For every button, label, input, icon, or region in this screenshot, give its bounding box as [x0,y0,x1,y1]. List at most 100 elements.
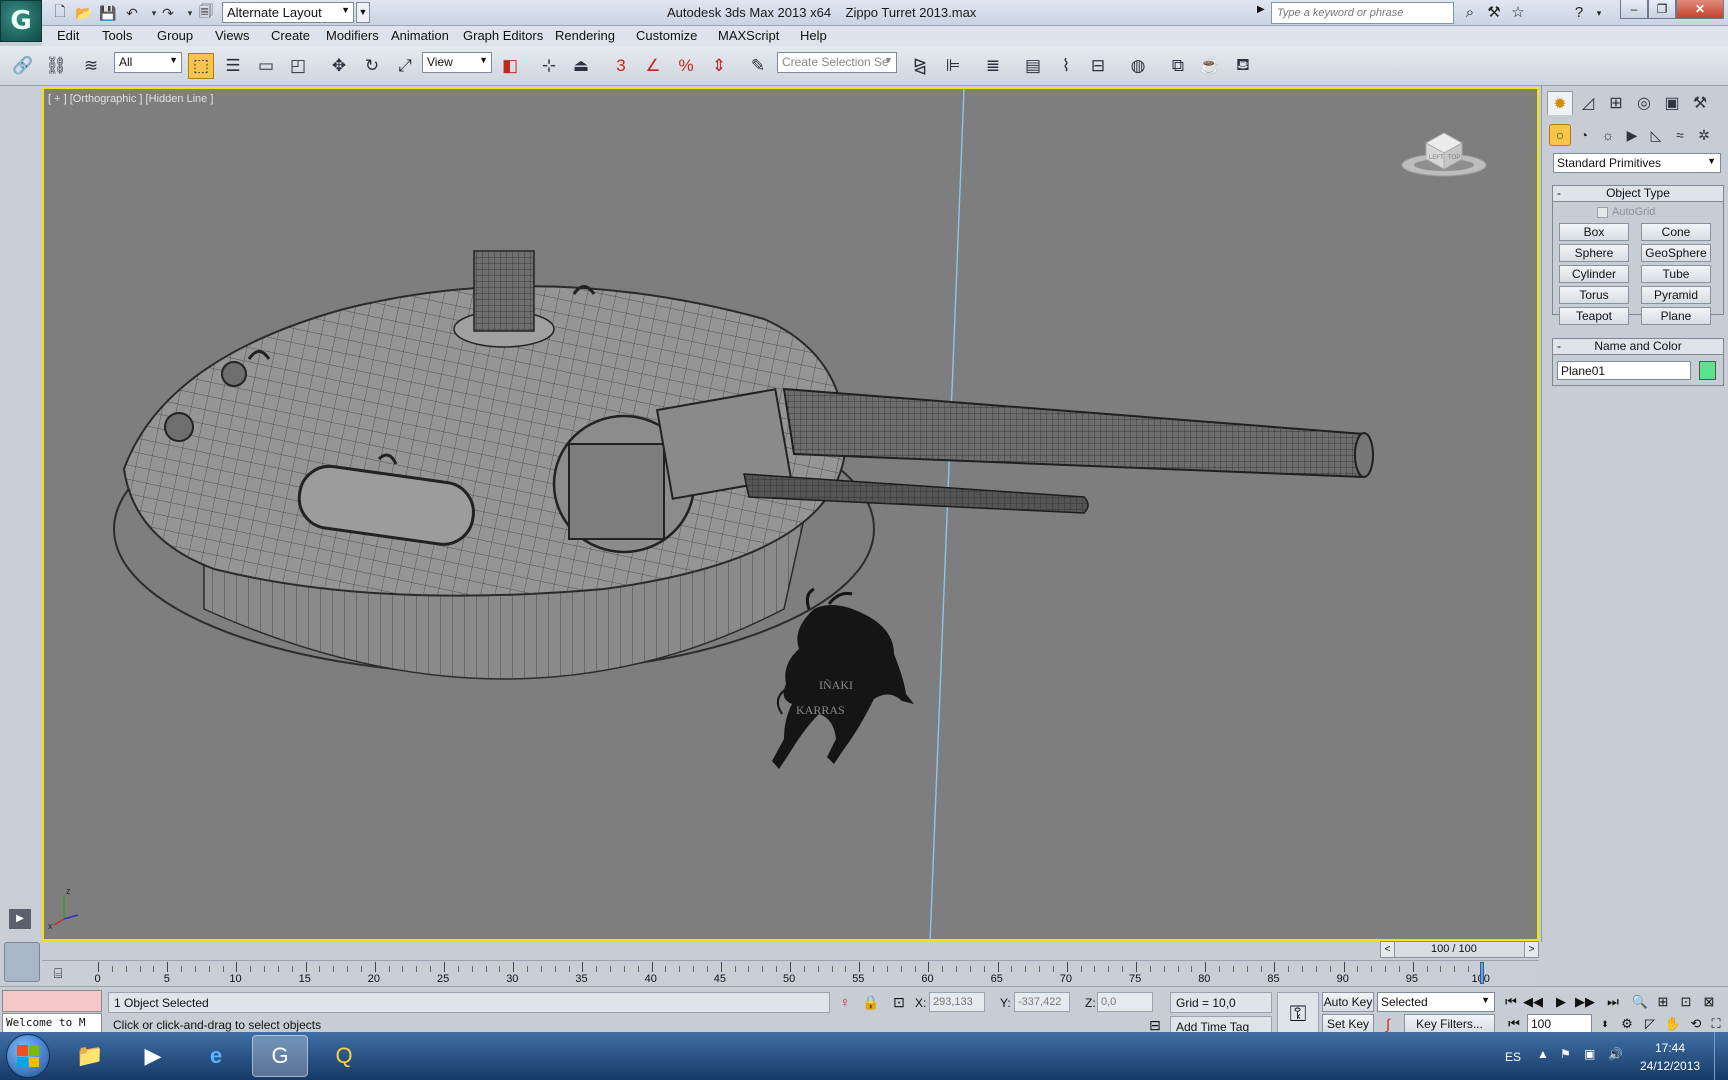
object-type-rollout-header[interactable]: - Object Type [1553,186,1723,202]
workspace-layout-select[interactable]: Alternate Layout ▼ [222,2,354,23]
volume-icon[interactable]: 🔊 [1608,1047,1623,1061]
name-and-color-rollout-header[interactable]: - Name and Color [1553,339,1723,355]
redo-icon[interactable]: ↷ [158,3,178,23]
help-icon[interactable]: ? [1568,3,1590,23]
selection-filter-select[interactable]: All ▼ [114,52,182,73]
subscription-icon[interactable]: ⚒ [1483,3,1505,23]
percent-snap-icon[interactable]: % [673,53,699,79]
language-indicator[interactable]: ES [1505,1050,1521,1064]
internet-explorer-taskbar-icon[interactable]: e [188,1035,244,1077]
open-file-icon[interactable]: 📂 [74,3,94,23]
reference-coordinate-select[interactable]: View ▼ [422,52,492,73]
clock-time[interactable]: 17:44 [1655,1041,1685,1055]
go-to-start-icon[interactable]: ⏮ [1500,992,1522,1012]
close-button[interactable]: ✕ [1676,0,1724,19]
set-key-big-icon[interactable]: ⚿ [1277,992,1319,1036]
space-warps-icon[interactable]: ≈ [1669,124,1691,146]
create-tab-icon[interactable]: ✹ [1547,91,1573,115]
modify-tab-icon[interactable]: ◿ [1575,91,1601,115]
lights-icon[interactable]: ☼ [1597,124,1619,146]
menu-tools[interactable]: Tools [102,28,132,43]
search-expand-icon[interactable]: ▶ [1257,4,1265,15]
mirror-icon[interactable]: ⧎ [907,53,933,79]
select-and-manipulate-icon[interactable]: ⊹ [536,53,562,79]
select-object-icon[interactable]: ⬚ [188,53,214,79]
render-setup-icon[interactable]: ⧉ [1165,53,1191,79]
undo-icon[interactable]: ↶ [122,3,142,23]
display-tab-icon[interactable]: ▣ [1659,91,1685,115]
snaps-toggle-icon[interactable]: 3 [608,53,634,79]
rendered-frame-window-icon[interactable]: ☕ [1197,53,1223,79]
explorer-taskbar-icon[interactable]: 📁 [62,1035,118,1077]
cylinder-button[interactable]: Cylinder [1559,265,1629,283]
minimize-button[interactable]: – [1620,0,1648,19]
geometry-icon[interactable]: ○ [1549,124,1571,146]
save-icon[interactable]: 💾 [98,3,118,23]
menu-modifiers[interactable]: Modifiers [326,28,379,43]
maximize-viewport-icon[interactable]: ⛶ [1706,1014,1726,1034]
named-selection-set-select[interactable]: Create Selection Se ▼ [777,52,897,73]
menu-rendering[interactable]: Rendering [555,28,615,43]
auto-key-button[interactable]: Auto Key [1322,992,1374,1012]
favorites-star-icon[interactable]: ☆ [1507,3,1529,23]
angle-snap-icon[interactable]: ∠ [640,53,666,79]
z-coordinate-field[interactable]: 0,0 [1097,992,1153,1012]
pivot-point-center-icon[interactable]: ◧ [497,53,523,79]
tube-button[interactable]: Tube [1641,265,1711,283]
menu-edit[interactable]: Edit [57,28,79,43]
mini-curve-editor-icon[interactable]: ⌸ [54,965,62,982]
render-production-icon[interactable]: ⛾ [1230,53,1256,79]
select-by-name-icon[interactable]: ☰ [220,53,246,79]
helpers-icon[interactable]: ◺ [1645,124,1667,146]
clock-date[interactable]: 24/12/2013 [1640,1059,1700,1073]
zoom-icon[interactable]: 🔍 [1630,992,1650,1012]
3dsmax-taskbar-icon[interactable]: G [252,1035,308,1077]
quicktime-taskbar-icon[interactable]: Q [316,1035,372,1077]
project-folder-icon[interactable]: 🗐 [196,3,216,23]
menu-animation[interactable]: Animation [391,28,449,43]
keyboard-shortcut-override-icon[interactable]: ⏏ [568,53,594,79]
time-configuration-icon[interactable]: ⚙ [1617,1014,1637,1034]
viewport-layout-toggle-icon[interactable]: ▶ [9,909,31,929]
window-crossing-icon[interactable]: ◰ [285,53,311,79]
select-and-rotate-icon[interactable]: ↻ [359,53,385,79]
current-frame-field[interactable]: 100 [1527,1014,1592,1034]
binoculars-icon[interactable]: ⌕ [1459,3,1481,23]
search-input[interactable]: Type a keyword or phrase [1271,2,1454,24]
material-editor-icon[interactable]: ◍ [1125,53,1151,79]
next-key-icon[interactable]: ▶▶ [1574,992,1596,1012]
teapot-button[interactable]: Teapot [1559,307,1629,325]
menu-group[interactable]: Group [157,28,193,43]
viewport-orthographic[interactable]: [ + ] [Orthographic ] [Hidden Line ] LEF… [42,87,1539,941]
geosphere-button[interactable]: GeoSphere [1641,244,1711,262]
quick-access-customize-button[interactable]: ▼ [356,2,370,23]
zoom-extents-icon[interactable]: ⊡ [1676,992,1696,1012]
maximize-button[interactable]: ❐ [1648,0,1676,19]
app-menu-button[interactable]: G [0,0,42,42]
object-name-field[interactable]: Plane01 [1557,361,1691,380]
align-icon[interactable]: ⊫ [940,53,966,79]
autogrid-checkbox[interactable]: AutoGrid [1597,206,1655,218]
absolute-transform-icon[interactable]: ⊡ [890,993,908,1011]
previous-key-icon[interactable]: ◀◀ [1522,992,1544,1012]
curve-editor-icon[interactable]: ⌇ [1053,53,1079,79]
show-desktop-button[interactable] [1714,1032,1728,1080]
systems-icon[interactable]: ✲ [1693,124,1715,146]
bind-space-warp-icon[interactable]: ≋ [78,53,104,79]
zoom-extents-all-icon[interactable]: ⊠ [1699,992,1719,1012]
spinner-snap-icon[interactable]: ⇕ [706,53,732,79]
start-button[interactable] [6,1034,50,1078]
select-and-move-icon[interactable]: ✥ [326,53,352,79]
time-slider[interactable]: < 100 / 100 > [1380,941,1539,958]
key-filters-button[interactable]: Key Filters... [1404,1014,1495,1034]
torus-button[interactable]: Torus [1559,286,1629,304]
sphere-button[interactable]: Sphere [1559,244,1629,262]
action-center-flag-icon[interactable]: ⚑ [1560,1047,1571,1061]
new-file-icon[interactable]: 🗋 [50,3,70,23]
edit-named-selection-icon[interactable]: ✎ [745,53,771,79]
shapes-icon[interactable]: ◔ [1573,124,1595,146]
menu-help[interactable]: Help [800,28,827,43]
y-coordinate-field[interactable]: -337,422 [1014,992,1070,1012]
show-hidden-icons-icon[interactable]: ▲ [1537,1047,1549,1061]
zoom-all-icon[interactable]: ⊞ [1653,992,1673,1012]
